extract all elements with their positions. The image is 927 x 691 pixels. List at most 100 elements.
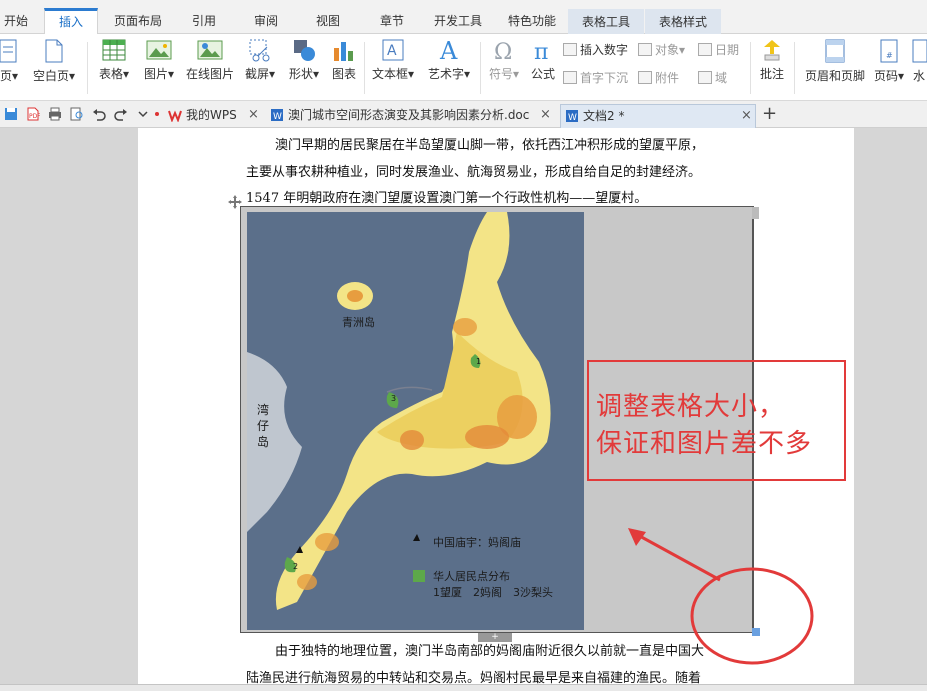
- svg-text:PDF: PDF: [29, 113, 40, 120]
- chart-button[interactable]: 图表: [329, 38, 359, 81]
- ribbon-toolbar: 页▾ 空白页▾ 表格▾ 图片▾ 在线图片 截屏▾ 形状▾ 图表 A 文本框▾ A…: [0, 34, 927, 101]
- status-bar: [0, 684, 927, 691]
- tab-special-features[interactable]: 特色功能: [500, 8, 564, 34]
- word-doc-icon: W: [271, 109, 283, 122]
- object-icon: [638, 43, 652, 56]
- scissors-icon: [249, 39, 270, 62]
- svg-text:Ω: Ω: [494, 40, 512, 62]
- screenshot-button[interactable]: 截屏▾: [241, 38, 279, 81]
- map-legend-settlement: 华人居民点分布: [433, 570, 510, 583]
- separator: [87, 42, 88, 94]
- map-label-wanzai: 湾仔岛: [257, 403, 270, 449]
- svg-text:A: A: [439, 38, 458, 62]
- date-button[interactable]: 日期: [698, 42, 739, 58]
- header-footer-button[interactable]: 页眉和页脚: [803, 38, 867, 83]
- page-button[interactable]: 页▾: [0, 38, 22, 83]
- table-resize-handle[interactable]: [752, 207, 759, 219]
- svg-text:A: A: [387, 43, 397, 59]
- annotation-circle-icon: [690, 567, 814, 665]
- close-icon[interactable]: ×: [248, 104, 259, 126]
- close-icon[interactable]: ×: [540, 104, 551, 126]
- tab-table-style[interactable]: 表格样式: [645, 9, 721, 34]
- svg-text:W: W: [568, 113, 577, 123]
- wps-logo-icon: [168, 110, 182, 122]
- bar-chart-icon: [334, 42, 353, 61]
- field-icon: [698, 71, 712, 84]
- doc-tab-wps[interactable]: 我的WPS ×: [164, 104, 260, 128]
- save-icon[interactable]: [4, 107, 18, 121]
- annotation-text-line2: 保证和图片差不多: [596, 429, 813, 459]
- textbox-button[interactable]: A 文本框▾: [368, 38, 418, 81]
- attachment-button[interactable]: 附件: [638, 70, 679, 86]
- page-number-button[interactable]: # 页码▾: [872, 38, 906, 83]
- object-button[interactable]: 对象▾: [638, 42, 685, 58]
- tab-developer[interactable]: 开发工具: [426, 8, 490, 34]
- map-marker-1: 1: [476, 357, 482, 366]
- separator: [480, 42, 481, 94]
- map-legend-temple: 中国庙宇：妈阁庙: [433, 536, 521, 549]
- tab-insert[interactable]: 插入: [44, 8, 98, 34]
- paragraph-line: 澳门早期的居民聚居在半岛望厦山脚一带，依托西江冲积形成的望厦平原，: [275, 138, 705, 153]
- online-picture-icon: [197, 40, 223, 60]
- paragraph-line: 由于独特的地理位置，澳门半岛南部的妈阁庙附近很久以前就一直是中国大: [275, 644, 705, 659]
- insert-number-button[interactable]: 插入数字: [563, 42, 628, 58]
- preview-icon[interactable]: [70, 107, 84, 121]
- watermark-button[interactable]: 水: [911, 38, 927, 83]
- word-doc-icon: W: [566, 110, 578, 123]
- separator: [750, 42, 751, 94]
- watermark-icon: [912, 39, 927, 63]
- close-icon[interactable]: ×: [741, 105, 752, 127]
- doc-tab-macau-analysis[interactable]: W 澳门城市空间形态演变及其影响因素分析.doc ×: [266, 104, 556, 128]
- annotation-text-line1: 调整表格大小，: [596, 392, 786, 422]
- calendar-icon: [698, 43, 712, 56]
- paragraph-line: 1547 年明朝政府在澳门望厦设置澳门第一个行政性机构——望厦村。: [246, 191, 648, 206]
- shape-button[interactable]: 形状▾: [284, 38, 324, 81]
- ribbon-tab-bar: 开始 插入 页面布局 引用 审阅 视图 章节 开发工具 特色功能 表格工具 表格…: [0, 0, 927, 34]
- picture-icon: [146, 40, 172, 60]
- chevron-down-icon[interactable]: [136, 107, 150, 121]
- pi-icon: π: [534, 40, 548, 62]
- svg-text:π: π: [534, 40, 548, 62]
- paperclip-icon: [638, 71, 652, 84]
- separator: [794, 42, 795, 94]
- symbol-button[interactable]: Ω 符号▾: [484, 38, 524, 81]
- dropcap-button[interactable]: 首字下沉: [563, 70, 628, 86]
- pin-icon[interactable]: [150, 107, 164, 121]
- svg-text:W: W: [273, 112, 282, 122]
- shape-icon: [294, 40, 315, 61]
- tab-references[interactable]: 引用: [182, 8, 226, 34]
- separator: [364, 42, 365, 94]
- online-picture-button[interactable]: 在线图片: [183, 38, 237, 81]
- picture-button[interactable]: 图片▾: [139, 38, 179, 81]
- undo-icon[interactable]: [92, 107, 106, 121]
- table-button[interactable]: 表格▾: [94, 38, 134, 81]
- dropcap-icon: [563, 71, 577, 84]
- quick-access-bar: PDF 我的WPS × W 澳门城市空间形态演变及其影响因素分析.doc × W…: [0, 101, 927, 128]
- redo-icon[interactable]: [114, 107, 128, 121]
- tab-section[interactable]: 章节: [370, 8, 414, 34]
- tab-review[interactable]: 审阅: [244, 8, 288, 34]
- textbox-icon: A: [382, 39, 404, 61]
- map-label-qingzhou: 青洲岛: [342, 316, 375, 329]
- print-icon[interactable]: [48, 107, 62, 121]
- annotation-button[interactable]: 批注: [756, 38, 788, 81]
- new-tab-button[interactable]: +: [762, 103, 777, 124]
- pdf-export-icon[interactable]: PDF: [26, 107, 40, 121]
- blank-page-icon: [45, 39, 63, 63]
- comment-icon: [764, 40, 780, 61]
- number-icon: [563, 43, 577, 56]
- page-number-icon: #: [880, 39, 898, 63]
- doc-tab-document2[interactable]: W 文档2 * ×: [560, 104, 756, 128]
- header-footer-icon: [825, 39, 845, 63]
- wordart-button[interactable]: A 艺术字▾: [423, 38, 475, 81]
- formula-button[interactable]: π 公式: [527, 38, 559, 81]
- tab-home[interactable]: 开始: [0, 8, 32, 34]
- map-marker-3: 3: [391, 394, 397, 403]
- blank-page-button[interactable]: 空白页▾: [28, 38, 80, 83]
- tab-table-tools[interactable]: 表格工具: [568, 9, 644, 34]
- tab-page-layout[interactable]: 页面布局: [106, 8, 170, 34]
- macau-map-picture[interactable]: 青洲岛 湾仔岛 中国庙宇：妈阁庙 华人居民点分布 1望厦 2妈阁 3沙梨头 1 …: [247, 212, 584, 630]
- doc-tab-label: 我的WPS: [186, 108, 237, 122]
- tab-view[interactable]: 视图: [306, 8, 350, 34]
- field-button[interactable]: 域: [698, 70, 727, 86]
